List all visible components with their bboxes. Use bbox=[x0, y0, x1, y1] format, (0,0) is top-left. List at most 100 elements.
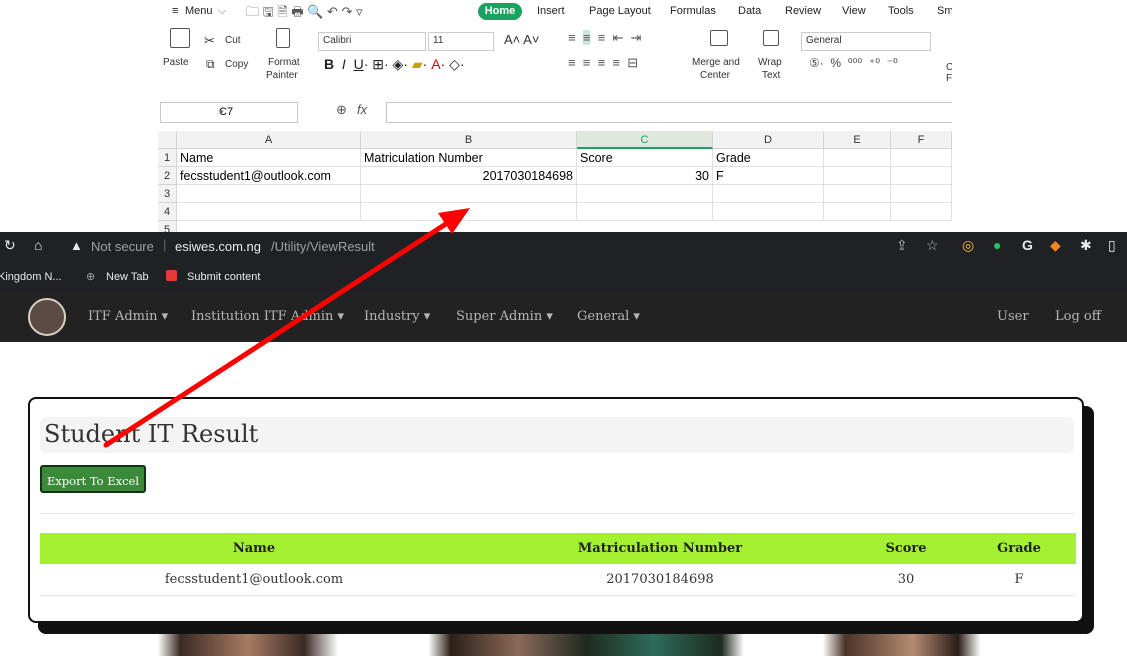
google-icon[interactable]: G bbox=[1022, 237, 1033, 253]
name-box[interactable]: C7 ▾ bbox=[160, 102, 298, 123]
zoom-icon[interactable]: ⊕ bbox=[336, 102, 347, 118]
column-header-d[interactable]: D bbox=[713, 131, 824, 149]
cell-b1[interactable]: Matriculation Number bbox=[361, 149, 577, 167]
cell-b3[interactable] bbox=[361, 185, 577, 203]
reload-icon[interactable]: ↻ bbox=[4, 237, 16, 254]
cell-d1[interactable]: Grade bbox=[713, 149, 824, 167]
row-header-2[interactable]: 2 bbox=[158, 167, 177, 185]
cell-d3[interactable] bbox=[713, 185, 824, 203]
side-panel-icon[interactable]: ▯ bbox=[1108, 237, 1116, 254]
tab-view[interactable]: View bbox=[842, 5, 866, 17]
cell-b2[interactable]: 2017030184698 bbox=[361, 167, 577, 185]
chevron-down-icon[interactable]: ▾ bbox=[219, 103, 291, 122]
tab-insert[interactable]: Insert bbox=[537, 5, 565, 17]
column-header-e[interactable]: E bbox=[824, 131, 891, 149]
cell-a4[interactable] bbox=[177, 203, 361, 221]
paste-icon[interactable] bbox=[170, 28, 190, 48]
cell-b4[interactable] bbox=[361, 203, 577, 221]
cell-f4[interactable] bbox=[891, 203, 952, 221]
cell-e2[interactable] bbox=[824, 167, 891, 185]
nav-general[interactable]: General ▾ bbox=[577, 309, 640, 324]
star-icon[interactable]: ☆ bbox=[926, 237, 939, 254]
cell-e3[interactable] bbox=[824, 185, 891, 203]
scissors-icon[interactable]: ✂ bbox=[204, 33, 215, 49]
bookmark-kingdom[interactable]: Kingdom N... bbox=[0, 271, 62, 283]
format-painter-label-1[interactable]: Format bbox=[268, 57, 300, 68]
alignment-top-icons[interactable]: ≡ ≡ ≡ ⇤ ⇥ bbox=[568, 30, 641, 46]
home-icon[interactable]: ⌂ bbox=[34, 237, 42, 253]
wrap-label-2[interactable]: Text bbox=[762, 70, 780, 81]
column-header-a[interactable]: A bbox=[177, 131, 361, 149]
font-grow-shrink-icon[interactable]: A˄ A˅ bbox=[504, 32, 539, 47]
nav-logoff[interactable]: Log off bbox=[1055, 309, 1101, 324]
cell-c1[interactable]: Score bbox=[577, 149, 713, 167]
column-header-b[interactable]: B bbox=[361, 131, 577, 149]
nav-user[interactable]: User bbox=[997, 309, 1029, 324]
menu-button[interactable]: Menu bbox=[185, 5, 213, 17]
font-size-select[interactable]: 11 bbox=[428, 32, 494, 51]
grammarly-icon[interactable]: ● bbox=[993, 237, 1001, 253]
tab-review[interactable]: Review bbox=[785, 5, 821, 17]
wrap-text-icon[interactable] bbox=[763, 30, 779, 46]
tab-home[interactable]: Home bbox=[478, 3, 522, 20]
row-header-4[interactable]: 4 bbox=[158, 203, 177, 221]
tab-formulas[interactable]: Formulas bbox=[670, 5, 716, 17]
number-format-icons[interactable]: ⑤· % ⁰⁰⁰ ⁺⁰ ⁻⁰ bbox=[809, 56, 898, 70]
format-painter-label-2[interactable]: Painter bbox=[266, 70, 298, 81]
cell-c4[interactable] bbox=[577, 203, 713, 221]
address-bar[interactable]: ▲ Not secure | esiwes.com.ng /Utility/Vi… bbox=[58, 236, 1058, 258]
row-header-3[interactable]: 3 bbox=[158, 185, 177, 203]
share-icon[interactable]: ⇪ bbox=[896, 237, 908, 254]
conditional-format-edge-2[interactable]: F bbox=[946, 73, 952, 84]
nav-super-admin[interactable]: Super Admin ▾ bbox=[456, 309, 553, 324]
extension-icon-1[interactable]: ◎ bbox=[962, 237, 974, 254]
column-header-f[interactable]: F bbox=[891, 131, 952, 149]
hamburger-icon[interactable]: ≡ bbox=[172, 5, 178, 17]
nav-itf-admin[interactable]: ITF Admin ▾ bbox=[88, 309, 168, 324]
tab-smart[interactable]: Sm bbox=[937, 5, 952, 17]
number-format-select[interactable]: General bbox=[801, 32, 931, 51]
fx-label[interactable]: fx bbox=[357, 102, 367, 117]
cell-e4[interactable] bbox=[824, 203, 891, 221]
metamask-icon[interactable]: ◆ bbox=[1050, 237, 1061, 254]
alignment-bottom-icons[interactable]: ≡ ≡ ≡ ≡ ⊟ bbox=[568, 55, 638, 71]
tab-data[interactable]: Data bbox=[738, 5, 761, 17]
nav-institution-itf-admin[interactable]: Institution ITF Admin ▾ bbox=[191, 309, 344, 324]
formula-input[interactable] bbox=[386, 102, 952, 123]
bookmark-submit-content[interactable]: Submit content bbox=[187, 271, 260, 283]
row-header-1[interactable]: 1 bbox=[158, 149, 177, 167]
quick-access-icons[interactable]: 🗀 🖫 🗎 🖶 🔍 ↶ ↷ ▿ bbox=[246, 3, 363, 25]
format-painter-icon[interactable] bbox=[276, 28, 290, 48]
row-header-5[interactable]: 5 bbox=[158, 221, 177, 232]
bookmark-new-tab[interactable]: New Tab bbox=[106, 271, 149, 283]
nav-industry[interactable]: Industry ▾ bbox=[364, 309, 430, 324]
chevron-down-icon[interactable]: ⌵ bbox=[218, 5, 226, 18]
export-to-excel-button[interactable]: Export To Excel bbox=[40, 465, 146, 493]
paste-button[interactable]: Paste bbox=[163, 57, 189, 68]
wrap-label-1[interactable]: Wrap bbox=[758, 57, 782, 68]
copy-icon[interactable]: ⧉ bbox=[206, 57, 215, 72]
cut-button[interactable]: Cut bbox=[225, 35, 241, 46]
cell-d2[interactable]: F bbox=[713, 167, 824, 185]
font-style-icons[interactable]: B I U· ⊞· ◈· ▰· A· ◇· bbox=[324, 56, 465, 73]
cell-f1[interactable] bbox=[891, 149, 952, 167]
cell-a2[interactable]: fecsstudent1@outlook.com bbox=[177, 167, 361, 185]
merge-label-1[interactable]: Merge and bbox=[692, 57, 740, 68]
font-name-select[interactable]: Calibri bbox=[318, 32, 426, 51]
tab-page-layout[interactable]: Page Layout bbox=[589, 5, 651, 17]
cell-c2[interactable]: 30 bbox=[577, 167, 713, 185]
copy-button[interactable]: Copy bbox=[225, 59, 248, 70]
cell-c3[interactable] bbox=[577, 185, 713, 203]
cell-d4[interactable] bbox=[713, 203, 824, 221]
cell-a3[interactable] bbox=[177, 185, 361, 203]
cell-f3[interactable] bbox=[891, 185, 952, 203]
cell-a1[interactable]: Name bbox=[177, 149, 361, 167]
merge-label-2[interactable]: Center bbox=[700, 70, 730, 81]
cell-f2[interactable] bbox=[891, 167, 952, 185]
select-all-corner[interactable] bbox=[158, 131, 177, 149]
merge-center-icon[interactable] bbox=[710, 30, 728, 46]
tab-tools[interactable]: Tools bbox=[888, 5, 914, 17]
cell-e1[interactable] bbox=[824, 149, 891, 167]
extensions-puzzle-icon[interactable]: ✱ bbox=[1080, 237, 1092, 254]
site-logo[interactable] bbox=[28, 298, 66, 336]
